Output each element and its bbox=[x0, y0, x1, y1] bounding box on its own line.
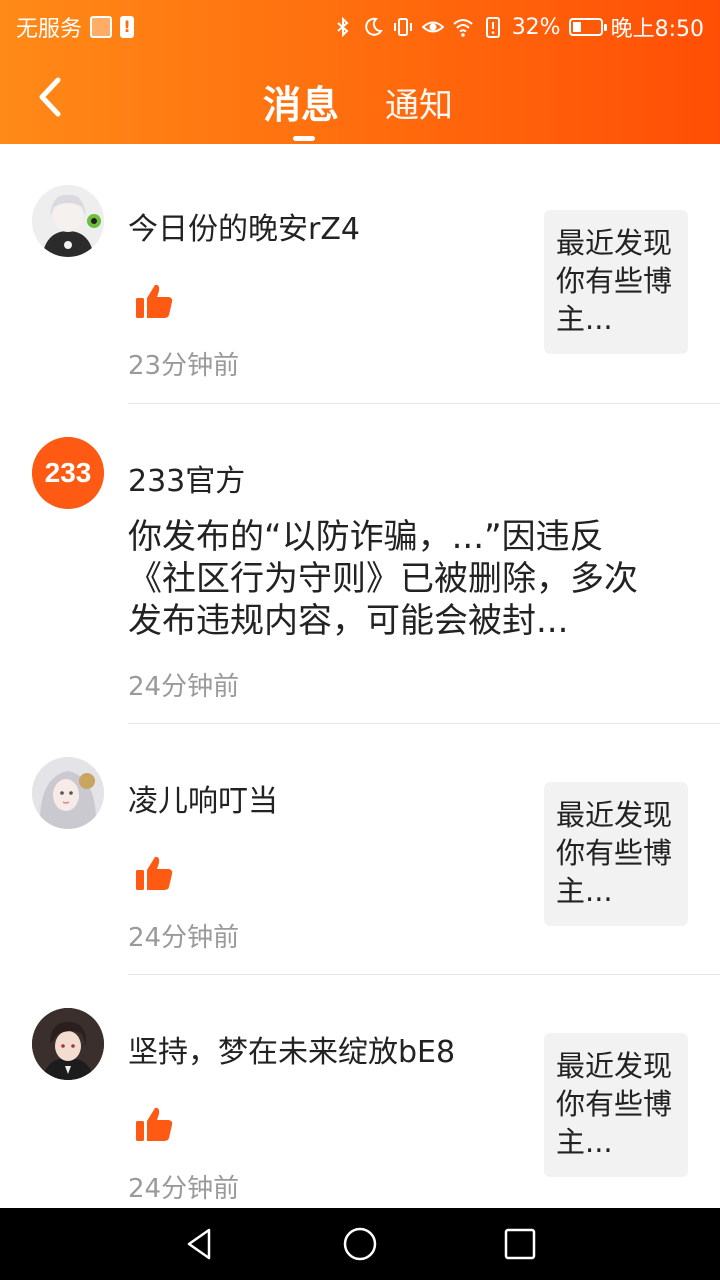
avatar[interactable] bbox=[32, 757, 104, 829]
sender-name: 233官方 bbox=[128, 464, 246, 499]
timestamp: 24分钟前 bbox=[128, 923, 240, 953]
back-triangle-icon[interactable] bbox=[182, 1226, 218, 1262]
wifi-icon bbox=[453, 19, 473, 37]
battery-icon bbox=[568, 18, 607, 36]
list-item[interactable]: 今日份的晚安rZ4 23分钟前 最近发现你有些博主... bbox=[0, 152, 720, 404]
sender-name: 凌儿响叮当 bbox=[128, 784, 278, 819]
list-item[interactable]: 坚持，梦在未来绽放bE8 24分钟前 最近发现你有些博主... bbox=[0, 975, 720, 1215]
clock: 晚上8:50 bbox=[610, 17, 704, 42]
thumbs-up-icon bbox=[136, 1107, 173, 1141]
timestamp: 23分钟前 bbox=[128, 351, 240, 381]
post-preview[interactable]: 最近发现你有些博主... bbox=[544, 1033, 688, 1177]
header-bar: 无服务 ! 32% 晚上8:50 消息 通知 bbox=[0, 0, 720, 144]
eye-icon bbox=[421, 21, 444, 33]
status-bar: 无服务 ! 32% 晚上8:50 bbox=[0, 0, 720, 50]
vibrate-icon bbox=[393, 18, 412, 36]
timestamp: 24分钟前 bbox=[128, 672, 240, 702]
timestamp: 24分钟前 bbox=[128, 1174, 240, 1204]
home-circle-icon[interactable] bbox=[342, 1226, 378, 1262]
list-item[interactable]: 233 233官方 你发布的“以防诈骗，...”因违反《社区行为守则》已被删除，… bbox=[0, 404, 720, 724]
tab-notifications[interactable]: 通知 bbox=[385, 78, 453, 127]
message-body: 你发布的“以防诈骗，...”因违反《社区行为守则》已被删除，多次发布违规内容，可… bbox=[128, 517, 638, 641]
warning-icon: ! bbox=[120, 16, 135, 38]
avatar[interactable] bbox=[32, 185, 104, 257]
tab-bar: 消息 通知 bbox=[0, 70, 720, 144]
battery-level bbox=[572, 22, 581, 32]
system-nav-bar bbox=[0, 1208, 720, 1280]
avatar[interactable]: 233 bbox=[32, 437, 104, 509]
battery-percent: 32% bbox=[511, 14, 561, 40]
recents-square-icon[interactable] bbox=[502, 1226, 538, 1262]
bluetooth-icon bbox=[337, 16, 349, 38]
active-tab-indicator bbox=[293, 136, 315, 141]
battery-alert-icon bbox=[485, 17, 500, 38]
post-preview[interactable]: 最近发现你有些博主... bbox=[544, 210, 688, 354]
sender-name: 今日份的晚安rZ4 bbox=[128, 212, 360, 247]
message-list: 今日份的晚安rZ4 23分钟前 最近发现你有些博主... 233 233官方 你… bbox=[0, 152, 720, 1215]
avatar-text: 233 bbox=[45, 457, 92, 488]
sender-name: 坚持，梦在未来绽放bE8 bbox=[128, 1035, 456, 1070]
box-icon bbox=[90, 16, 113, 38]
moon-icon bbox=[364, 17, 383, 36]
thumbs-up-icon bbox=[136, 284, 173, 318]
carrier-label: 无服务 bbox=[16, 17, 83, 42]
tab-messages[interactable]: 消息 bbox=[263, 74, 339, 129]
avatar[interactable] bbox=[32, 1008, 104, 1080]
post-preview[interactable]: 最近发现你有些博主... bbox=[544, 782, 688, 926]
list-item[interactable]: 凌儿响叮当 24分钟前 最近发现你有些博主... bbox=[0, 724, 720, 975]
thumbs-up-icon bbox=[136, 856, 173, 890]
